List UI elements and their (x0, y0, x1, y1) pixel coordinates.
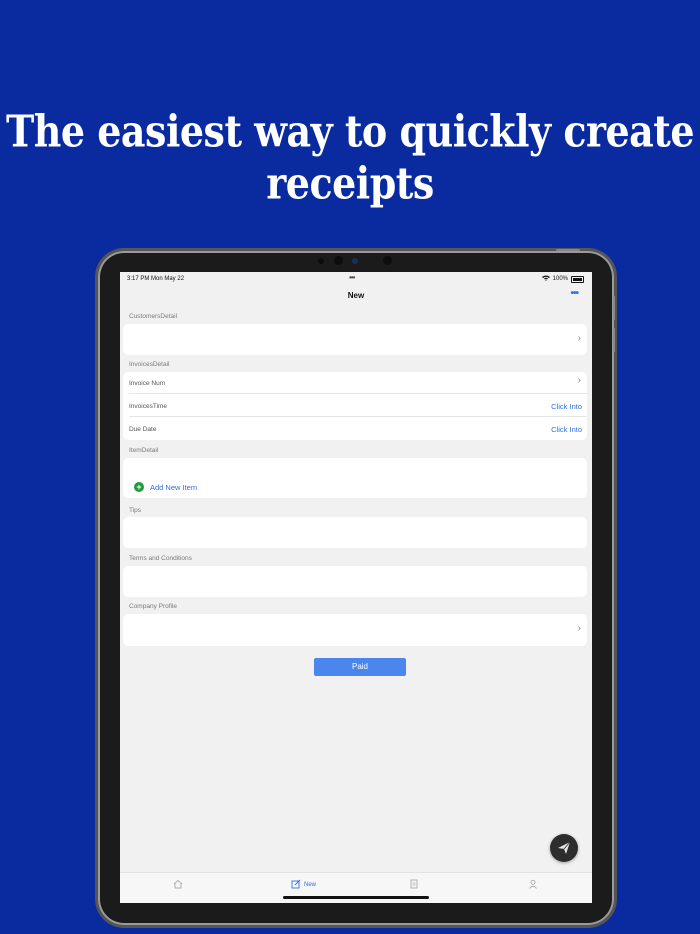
divider (129, 393, 587, 394)
home-indicator (283, 896, 429, 899)
paid-button[interactable]: Paid (314, 658, 406, 676)
battery-percent: 100% (552, 276, 568, 282)
section-label-items: ItemDetail (129, 447, 159, 454)
invoices-time-label: InvoicesTime (129, 403, 168, 410)
invoice-num-label: Invoice Num (129, 380, 166, 387)
section-label-invoices: InvoicesDetail (129, 361, 170, 368)
invoices-time-row[interactable]: InvoicesTime Click Into (123, 395, 587, 417)
add-new-item-label: Add New Item (150, 482, 198, 492)
tab-new[interactable]: New (291, 879, 316, 891)
headline: The easiest way to quickly create receip… (5, 105, 695, 209)
chevron-right-icon: › (577, 623, 581, 634)
chevron-right-icon: › (577, 333, 581, 344)
wifi-icon (541, 275, 550, 283)
status-right: 100% (541, 275, 584, 283)
home-icon (173, 879, 183, 891)
edit-icon (291, 879, 301, 891)
app-screen: 3:17 PM Mon May 22 ••• 100% New ••• Cust… (120, 272, 592, 903)
tips-card[interactable] (123, 517, 587, 548)
person-icon (528, 879, 538, 891)
invoices-card: Invoice Num › InvoicesTime Click Into Du… (123, 372, 587, 440)
ipad-side-button (613, 296, 615, 320)
send-button[interactable] (550, 834, 578, 862)
chevron-right-icon: › (577, 375, 581, 386)
section-label-company: Company Profile (129, 603, 178, 610)
page-title: New (347, 291, 365, 300)
camera-dot (352, 258, 358, 264)
add-new-item-button[interactable]: + Add New Item (134, 482, 197, 492)
due-date-label: Due Date (129, 426, 157, 433)
divider (129, 416, 587, 417)
customers-card[interactable]: › (123, 324, 587, 355)
plus-circle-icon: + (134, 482, 144, 492)
battery-icon (571, 275, 584, 283)
due-date-value[interactable]: Click Into (551, 425, 582, 434)
more-options-icon[interactable]: ••• (570, 288, 578, 299)
paper-plane-icon (557, 841, 571, 860)
tab-profile[interactable] (528, 879, 538, 891)
camera-dot (383, 256, 392, 265)
invoices-time-value[interactable]: Click Into (551, 402, 582, 411)
nav-bar: New ••• (120, 286, 592, 308)
camera-dot (334, 256, 343, 265)
document-icon (409, 879, 419, 891)
invoice-num-row[interactable]: Invoice Num › (123, 372, 587, 394)
tab-list[interactable] (409, 879, 419, 891)
tab-new-label: New (304, 882, 317, 888)
multitask-dots-icon[interactable]: ••• (349, 273, 355, 282)
tab-home[interactable] (173, 879, 183, 891)
ipad-side-button (613, 328, 615, 352)
status-time: 3:17 PM Mon May 22 (127, 276, 185, 282)
section-label-customers: CustomersDetail (129, 313, 178, 320)
ipad-top-button (556, 249, 580, 251)
section-label-tips: Tips (129, 507, 142, 514)
camera-dot (318, 258, 324, 264)
items-card: + Add New Item (123, 458, 587, 498)
due-date-row[interactable]: Due Date Click Into (123, 418, 587, 440)
terms-card[interactable] (123, 566, 587, 597)
company-profile-card[interactable]: › (123, 614, 587, 646)
status-bar: 3:17 PM Mon May 22 ••• 100% (120, 272, 592, 286)
section-label-terms: Terms and Conditions (129, 555, 192, 562)
